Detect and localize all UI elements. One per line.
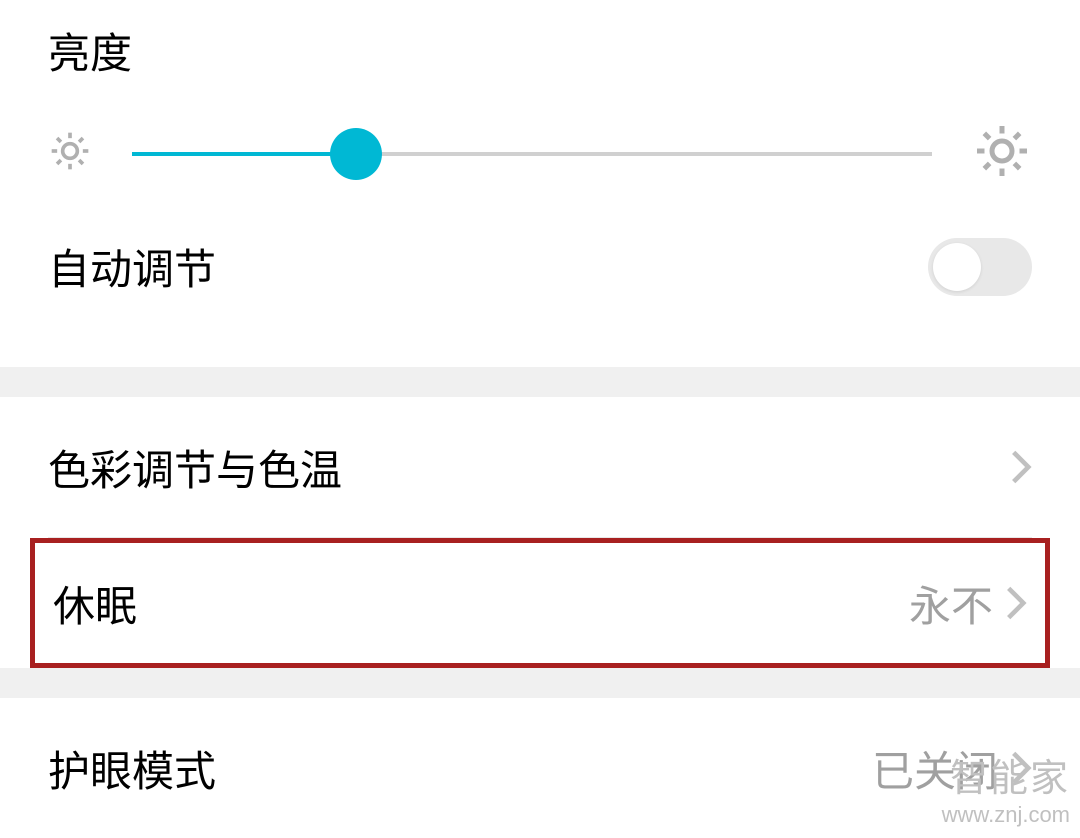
sleep-highlight: 休眠 永不 xyxy=(30,538,1050,668)
brightness-title: 亮度 xyxy=(0,20,1080,121)
watermark-title: 智能家 xyxy=(942,747,1070,802)
section-gap xyxy=(0,367,1080,397)
toggle-knob xyxy=(933,243,981,291)
brightness-slider[interactable] xyxy=(132,134,932,174)
watermark-url: www.znj.com xyxy=(942,802,1070,828)
slider-fill xyxy=(132,152,356,156)
chevron-right-icon xyxy=(1010,448,1032,486)
eye-protect-label: 护眼模式 xyxy=(48,738,216,799)
color-temp-label: 色彩调节与色温 xyxy=(48,437,342,498)
chevron-right-icon xyxy=(1005,584,1027,622)
watermark: 智能家 www.znj.com xyxy=(942,747,1070,828)
auto-adjust-label: 自动调节 xyxy=(48,236,216,297)
color-temp-row[interactable]: 色彩调节与色温 xyxy=(0,397,1080,537)
brightness-low-icon xyxy=(48,129,92,178)
sleep-label: 休眠 xyxy=(53,573,137,634)
brightness-section: 亮度 xyxy=(0,0,1080,367)
slider-track xyxy=(132,152,932,156)
color-sleep-section: 色彩调节与色温 休眠 永不 xyxy=(0,397,1080,668)
auto-adjust-row: 自动调节 xyxy=(0,186,1080,337)
brightness-slider-row xyxy=(0,121,1080,186)
sleep-row[interactable]: 休眠 永不 xyxy=(35,543,1045,663)
slider-thumb[interactable] xyxy=(330,128,382,180)
eye-protect-row[interactable]: 护眼模式 已关闭 xyxy=(0,698,1080,838)
eye-protect-section: 护眼模式 已关闭 xyxy=(0,698,1080,838)
brightness-high-icon xyxy=(972,121,1032,186)
section-gap xyxy=(0,668,1080,698)
auto-adjust-toggle[interactable] xyxy=(928,238,1032,296)
sleep-value: 永不 xyxy=(909,573,993,634)
